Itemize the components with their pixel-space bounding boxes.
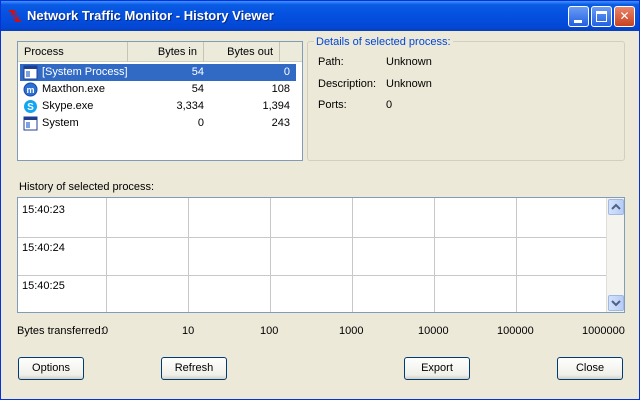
scale-tick: 100 [260,325,279,337]
process-list[interactable]: Process Bytes in Bytes out [System Proce… [17,41,303,161]
app-window: Network Traffic Monitor - History Viewer… [0,0,640,400]
window-app-icon [23,116,38,131]
title-bar[interactable]: Network Traffic Monitor - History Viewer… [1,1,639,31]
history-time: 15:40:23 [22,204,65,216]
history-grid [18,198,606,312]
window-title: Network Traffic Monitor - History Viewer [27,8,274,23]
scroll-down-button[interactable] [608,295,624,311]
details-legend: Details of selected process: [314,36,453,48]
process-name: Maxthon.exe [42,83,105,95]
minimize-button[interactable] [568,6,589,27]
process-row[interactable]: S Skype.exe 3,334 1,394 [20,98,296,115]
refresh-button[interactable]: Refresh [161,357,227,380]
svg-text:S: S [27,102,34,113]
scale-tick: 1000 [339,325,364,337]
process-row[interactable]: [System Process] 54 0 [20,64,296,81]
process-bytes-out: 243 [271,117,290,129]
close-icon: ✕ [619,9,630,23]
description-value: Unknown [386,78,432,90]
description-label: Description: [318,78,377,90]
history-view[interactable]: 15:40:23 15:40:24 15:40:25 [17,197,625,313]
process-bytes-out: 1,394 [262,100,290,112]
ports-label: Ports: [318,99,347,111]
process-bytes-in: 3,334 [176,100,204,112]
process-bytes-in: 0 [197,117,204,129]
process-name: [System Process] [42,66,128,78]
scale-tick: 10000 [418,325,449,337]
column-header-bytes-out[interactable]: Bytes out [204,42,280,62]
process-list-header: Process Bytes in Bytes out [18,42,302,62]
chevron-down-icon [611,300,621,307]
options-button[interactable]: Options [18,357,84,380]
scroll-up-button[interactable] [608,199,624,215]
column-header-bytes-in[interactable]: Bytes in [128,42,204,62]
scale-tick: 1000000 [582,325,625,337]
minimize-icon [574,20,582,23]
process-bytes-in: 54 [191,83,204,95]
scale-prefix-label: Bytes transferred: [17,325,104,337]
close-button[interactable]: Close [557,357,623,380]
history-scrollbar[interactable] [606,198,624,312]
process-row[interactable]: System 0 243 [20,115,296,132]
scale-tick: 0 [102,325,109,337]
maximize-icon [596,11,607,22]
close-window-button[interactable]: ✕ [614,6,635,27]
process-bytes-in: 54 [191,66,204,78]
chevron-up-icon [611,203,621,210]
history-time: 15:40:24 [22,242,65,254]
column-header-process[interactable]: Process [18,42,128,62]
details-groupbox: Details of selected process: Path: Unkno… [307,36,625,161]
process-name: System [42,117,79,129]
process-name: Skype.exe [42,100,94,112]
history-time: 15:40:25 [22,280,65,292]
svg-text:m: m [26,85,34,95]
scale-tick: 10 [182,325,195,337]
process-bytes-out: 108 [271,83,290,95]
window-app-icon [23,65,38,80]
process-row[interactable]: m Maxthon.exe 54 108 [20,81,296,98]
path-value: Unknown [386,56,432,68]
history-label: History of selected process: [19,181,155,193]
network-app-icon [9,10,21,22]
maxthon-icon: m [23,82,38,97]
process-bytes-out: 0 [283,66,290,78]
skype-icon: S [24,100,37,113]
export-button[interactable]: Export [404,357,470,380]
ports-value: 0 [386,99,393,111]
path-label: Path: [318,56,344,68]
maximize-button[interactable] [591,6,612,27]
scale-tick: 100000 [497,325,534,337]
